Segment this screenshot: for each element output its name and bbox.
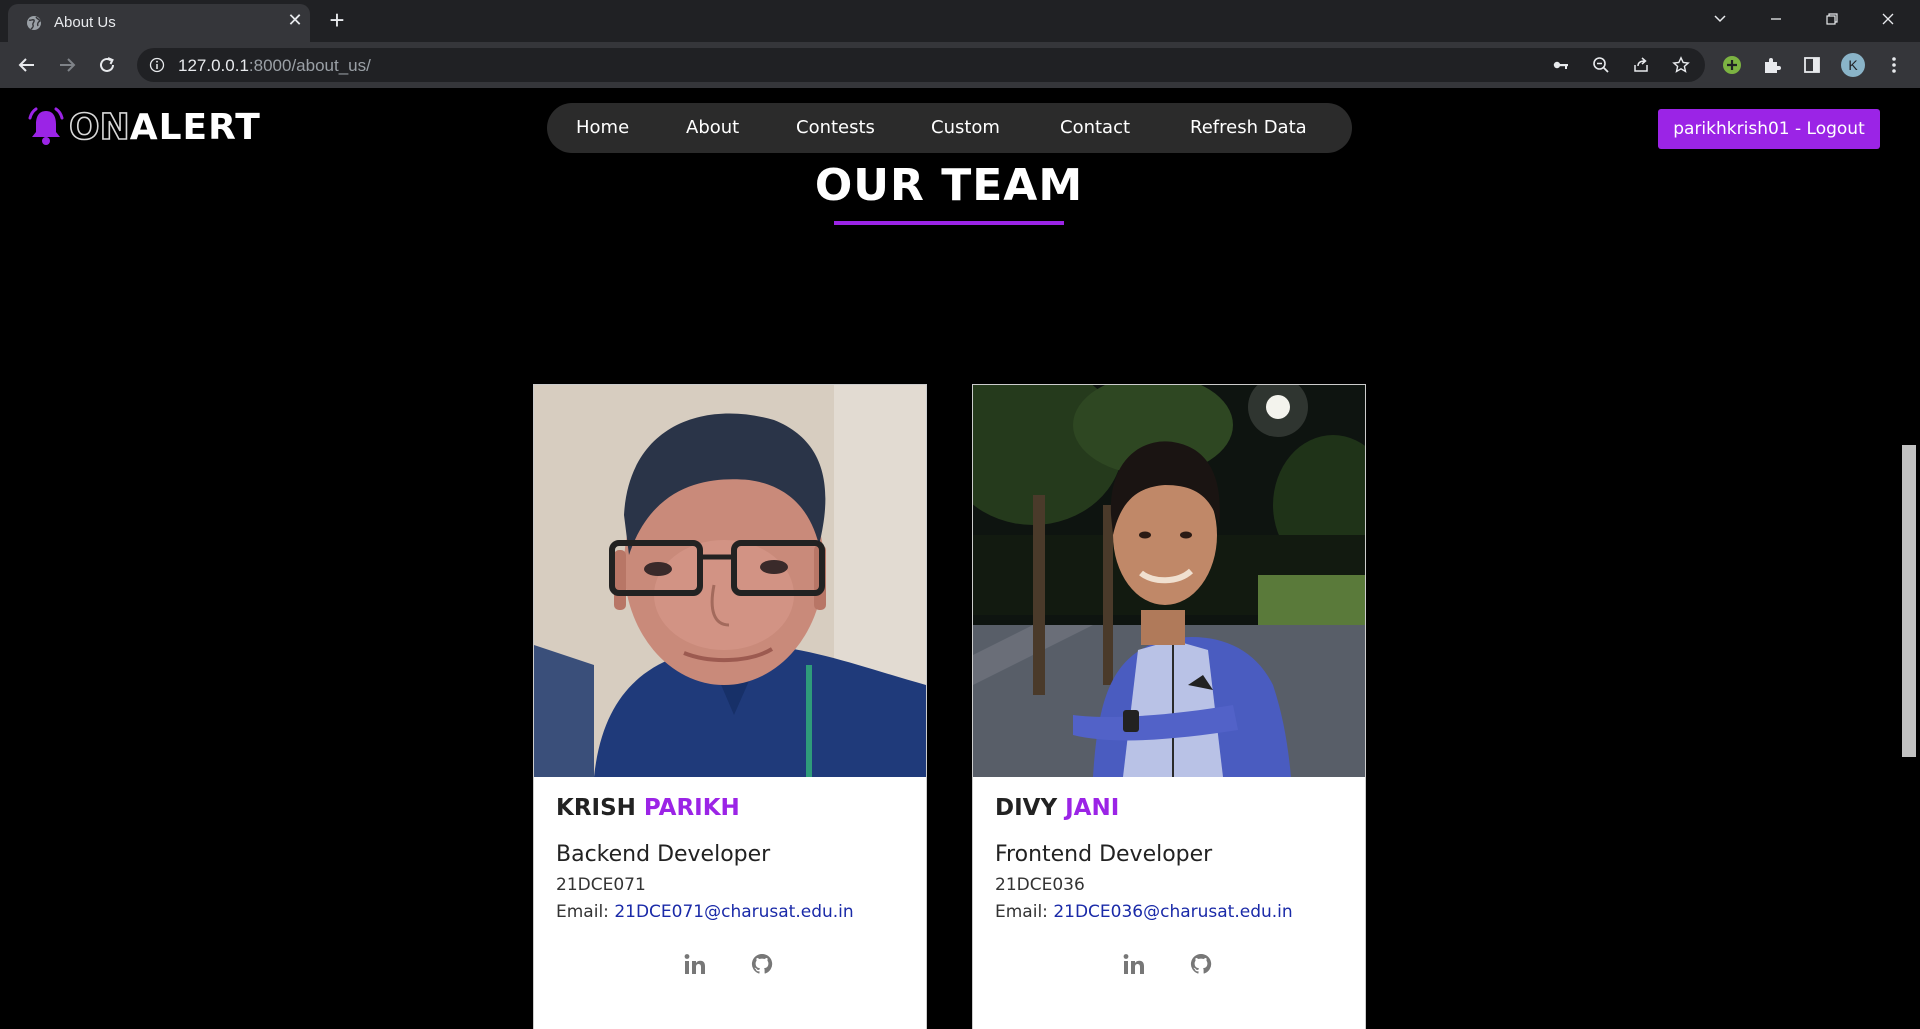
side-panel-icon[interactable] bbox=[1800, 53, 1824, 77]
minimize-button[interactable] bbox=[1748, 0, 1804, 38]
email-link[interactable]: 21DCE071@charusat.edu.in bbox=[614, 902, 853, 922]
bell-icon bbox=[28, 107, 64, 145]
info-icon[interactable] bbox=[149, 57, 165, 73]
back-icon[interactable] bbox=[12, 50, 42, 80]
email-link[interactable]: 21DCE036@charusat.edu.in bbox=[1053, 902, 1292, 922]
member-name: DIVY JANI bbox=[995, 795, 1119, 821]
more-menu-icon[interactable] bbox=[1882, 53, 1906, 77]
member-role: Backend Developer bbox=[556, 842, 771, 867]
browser-toolbar: 127.0.0.1:8000/about_us/ K bbox=[0, 42, 1920, 88]
page-scrollbar[interactable] bbox=[1898, 88, 1920, 1029]
close-window-button[interactable] bbox=[1860, 0, 1916, 38]
nav-about[interactable]: About bbox=[686, 117, 739, 138]
url-text[interactable]: 127.0.0.1:8000/about_us/ bbox=[178, 56, 371, 76]
nav-contact[interactable]: Contact bbox=[1060, 117, 1130, 138]
nav-home[interactable]: Home bbox=[576, 117, 629, 138]
url-host: 127.0.0.1 bbox=[178, 56, 249, 75]
url-path: :8000/about_us/ bbox=[248, 56, 371, 75]
forward-icon[interactable] bbox=[52, 50, 82, 80]
member-id: 21DCE036 bbox=[995, 875, 1085, 895]
bookmark-star-icon[interactable] bbox=[1671, 55, 1691, 75]
github-icon[interactable] bbox=[1188, 951, 1214, 977]
site-logo[interactable]: ON ALERT bbox=[26, 105, 261, 149]
email-label: Email: bbox=[556, 902, 609, 922]
member-first-name: KRISH bbox=[556, 795, 636, 821]
nav-custom[interactable]: Custom bbox=[931, 117, 1000, 138]
github-icon[interactable] bbox=[749, 951, 775, 977]
member-last-name: JANI bbox=[1065, 795, 1120, 821]
nav-refresh-data[interactable]: Refresh Data bbox=[1190, 117, 1307, 138]
page-content: ON ALERT Home About Contests Custom Cont… bbox=[0, 88, 1898, 1029]
member-photo bbox=[973, 385, 1365, 777]
globe-icon bbox=[27, 16, 41, 30]
reload-icon[interactable] bbox=[92, 50, 122, 80]
page-title: OUR TEAM bbox=[814, 160, 1084, 211]
title-underline bbox=[834, 221, 1064, 225]
tab-title: About Us bbox=[54, 14, 116, 31]
team-card: KRISH PARIKH Backend Developer 21DCE071 … bbox=[533, 384, 927, 1029]
share-icon[interactable] bbox=[1631, 55, 1651, 75]
nav-contests[interactable]: Contests bbox=[796, 117, 875, 138]
member-role: Frontend Developer bbox=[995, 842, 1213, 867]
logo-alert-text: ALERT bbox=[129, 106, 261, 148]
profile-avatar[interactable]: K bbox=[1841, 53, 1865, 77]
tab-search-icon[interactable] bbox=[1692, 0, 1748, 38]
member-email: Email: 21DCE036@charusat.edu.in bbox=[995, 902, 1293, 922]
scrollbar-thumb[interactable] bbox=[1902, 445, 1916, 757]
zoom-out-icon[interactable] bbox=[1591, 55, 1611, 75]
address-bar[interactable]: 127.0.0.1:8000/about_us/ bbox=[137, 48, 1705, 82]
linkedin-icon[interactable] bbox=[682, 951, 708, 977]
new-tab-button[interactable]: + bbox=[323, 6, 351, 34]
key-icon[interactable] bbox=[1551, 55, 1571, 75]
member-first-name: DIVY bbox=[995, 795, 1058, 821]
restore-button[interactable] bbox=[1804, 0, 1860, 38]
member-name: KRISH PARIKH bbox=[556, 795, 740, 821]
logo-on-text: ON bbox=[68, 106, 130, 149]
browser-tab-active[interactable]: About Us ✕ bbox=[8, 4, 310, 42]
member-email: Email: 21DCE071@charusat.edu.in bbox=[556, 902, 854, 922]
team-card: DIVY JANI Frontend Developer 21DCE036 Em… bbox=[972, 384, 1366, 1029]
main-nav: Home About Contests Custom Contact Refre… bbox=[547, 103, 1352, 153]
browser-tabbar: About Us ✕ + bbox=[0, 0, 1920, 42]
member-last-name: PARIKH bbox=[643, 795, 740, 821]
member-photo bbox=[534, 385, 926, 777]
member-id: 21DCE071 bbox=[556, 875, 646, 895]
logout-button[interactable]: parikhkrish01 - Logout bbox=[1658, 109, 1880, 149]
extension-plus-icon[interactable] bbox=[1720, 53, 1744, 77]
tab-close-icon[interactable]: ✕ bbox=[284, 10, 306, 32]
email-label: Email: bbox=[995, 902, 1048, 922]
linkedin-icon[interactable] bbox=[1121, 951, 1147, 977]
extensions-puzzle-icon[interactable] bbox=[1760, 53, 1784, 77]
